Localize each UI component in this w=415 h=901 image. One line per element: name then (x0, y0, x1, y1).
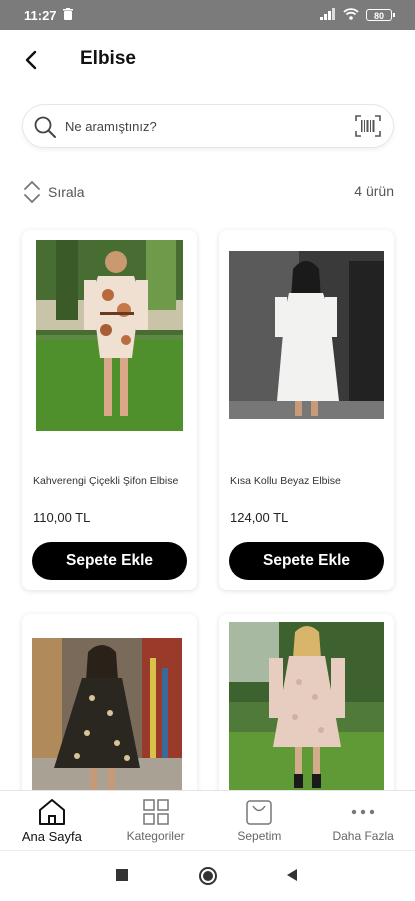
nav-more[interactable]: Daha Fazla (311, 791, 415, 851)
battery-icon: 80 (366, 9, 395, 21)
home-system-button[interactable] (198, 866, 218, 891)
product-card[interactable] (219, 614, 394, 814)
app-header: Elbise (0, 30, 415, 88)
back-button[interactable] (18, 47, 44, 73)
product-image[interactable] (229, 622, 384, 790)
nav-home[interactable]: Ana Sayfa (0, 791, 104, 851)
recent-apps-button[interactable] (115, 868, 129, 887)
search-input[interactable]: Ne aramıştınız? (65, 119, 157, 134)
product-card[interactable]: Kahverengi Çiçekli Şifon Elbise 110,00 T… (22, 230, 197, 590)
nav-more-label: Daha Fazla (332, 829, 394, 843)
sort-icon (24, 181, 40, 203)
product-name[interactable]: Kısa Kollu Beyaz Elbise (230, 475, 341, 487)
add-to-cart-button[interactable]: Sepete Ekle (32, 542, 187, 580)
triangle-back-icon (287, 869, 297, 881)
sort-bar: Sırala 4 ürün (22, 176, 394, 206)
status-bar: 11:27 80 (0, 0, 415, 30)
chevron-left-icon (25, 50, 37, 70)
product-price: 110,00 TL (33, 510, 91, 525)
search-icon (33, 115, 57, 144)
product-price: 124,00 TL (230, 510, 289, 525)
barcode-scan-icon[interactable] (355, 115, 381, 142)
home-icon (38, 799, 65, 825)
page-title: Elbise (80, 48, 136, 69)
signal-icon (320, 7, 336, 23)
nav-cart-label: Sepetim (237, 829, 282, 843)
add-to-cart-button[interactable]: Sepete Ekle (229, 542, 384, 580)
product-count: 4 ürün (354, 183, 394, 199)
trash-icon (62, 7, 73, 23)
product-image[interactable] (229, 251, 384, 419)
product-card[interactable] (22, 614, 197, 814)
wifi-icon (343, 7, 359, 23)
nav-cart[interactable]: Sepetim (208, 791, 312, 851)
nav-categories-label: Kategoriler (126, 829, 185, 843)
nav-home-label: Ana Sayfa (21, 829, 82, 844)
grid-icon (142, 799, 169, 825)
bottom-navigation: Ana Sayfa Kategoriler Sepetim Daha Fazla (0, 790, 415, 851)
circle-icon (199, 867, 217, 885)
search-bar[interactable]: Ne aramıştınız? (22, 104, 394, 148)
product-image[interactable] (36, 240, 183, 431)
nav-categories[interactable]: Kategoriler (104, 791, 208, 851)
sort-button[interactable]: Sırala (22, 180, 85, 204)
product-name[interactable]: Kahverengi Çiçekli Şifon Elbise (33, 475, 178, 487)
system-navigation-bar (0, 850, 415, 901)
more-icon (351, 809, 375, 815)
sort-label: Sırala (48, 184, 85, 200)
bag-icon (246, 800, 273, 825)
status-time: 11:27 (24, 7, 57, 23)
product-image[interactable] (32, 638, 182, 790)
product-card[interactable]: Kısa Kollu Beyaz Elbise 124,00 TL Sepete… (219, 230, 394, 590)
back-system-button[interactable] (285, 868, 299, 887)
square-icon (116, 869, 128, 881)
